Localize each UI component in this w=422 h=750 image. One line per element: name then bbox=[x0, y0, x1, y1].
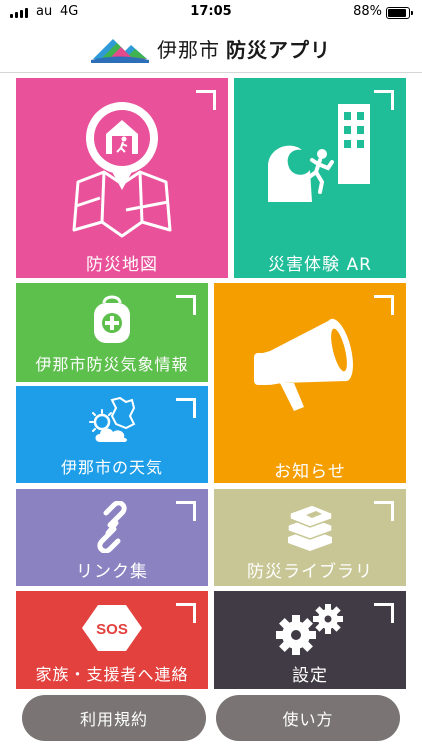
corner-mark-icon bbox=[374, 501, 394, 521]
tile-label: 設定 bbox=[292, 666, 328, 686]
header-divider bbox=[0, 72, 422, 73]
tile-weather-info[interactable]: 伊那市防災気象情報 bbox=[16, 283, 208, 382]
corner-mark-icon bbox=[374, 295, 394, 315]
tile-label: リンク集 bbox=[76, 562, 148, 582]
city-name: 伊那市 bbox=[157, 37, 220, 62]
tile-label: 伊那市防災気象情報 bbox=[35, 355, 189, 374]
sos-text: SOS bbox=[96, 621, 128, 638]
link-icon bbox=[97, 501, 127, 553]
tile-label: 家族・支援者へ連絡 bbox=[35, 665, 189, 684]
tile-settings[interactable]: 設定 bbox=[214, 591, 406, 689]
status-bar: au 4G 17:05 88% bbox=[0, 0, 422, 26]
battery-icon bbox=[386, 7, 413, 19]
sos-icon: SOS bbox=[82, 605, 142, 651]
terms-button[interactable]: 利用規約 bbox=[22, 695, 206, 741]
books-icon bbox=[287, 504, 333, 551]
corner-mark-icon bbox=[176, 501, 196, 521]
megaphone-icon bbox=[254, 318, 353, 411]
tile-label: 防災ライブラリ bbox=[247, 562, 373, 582]
how-to-use-button[interactable]: 使い方 bbox=[216, 695, 400, 741]
tsunami-escape-icon bbox=[268, 104, 370, 202]
tile-label: 防災地図 bbox=[86, 255, 158, 275]
corner-mark-icon bbox=[176, 398, 196, 418]
tile-disaster-map[interactable]: 防災地図 bbox=[16, 78, 228, 278]
emergency-bag-icon bbox=[94, 295, 130, 343]
tile-disaster-ar[interactable]: 災害体験 AR bbox=[234, 78, 406, 278]
app-header: 伊那市 防災アプリ bbox=[0, 26, 422, 70]
app-title: 伊那市 防災アプリ bbox=[157, 34, 331, 63]
corner-mark-icon bbox=[374, 603, 394, 623]
corner-mark-icon bbox=[196, 90, 216, 110]
evacuation-map-icon bbox=[72, 102, 172, 238]
tile-links[interactable]: リンク集 bbox=[16, 489, 208, 586]
tile-library[interactable]: 防災ライブラリ bbox=[214, 489, 406, 586]
corner-mark-icon bbox=[176, 603, 196, 623]
weather-icon bbox=[89, 396, 136, 442]
tile-family-contact[interactable]: SOS 家族・支援者へ連絡 bbox=[16, 591, 208, 689]
tile-weather[interactable]: 伊那市の天気 bbox=[16, 386, 208, 483]
tile-label: 伊那市の天気 bbox=[60, 458, 163, 477]
gear-icon bbox=[276, 604, 343, 655]
mountains-logo-icon bbox=[91, 39, 149, 63]
tile-label: 災害体験 AR bbox=[268, 255, 372, 275]
battery-percent: 88% bbox=[353, 4, 382, 19]
tile-label: お知らせ bbox=[274, 462, 346, 482]
tile-notices[interactable]: お知らせ bbox=[214, 283, 406, 483]
corner-mark-icon bbox=[374, 90, 394, 110]
corner-mark-icon bbox=[176, 295, 196, 315]
app-name: 防災アプリ bbox=[226, 37, 331, 62]
